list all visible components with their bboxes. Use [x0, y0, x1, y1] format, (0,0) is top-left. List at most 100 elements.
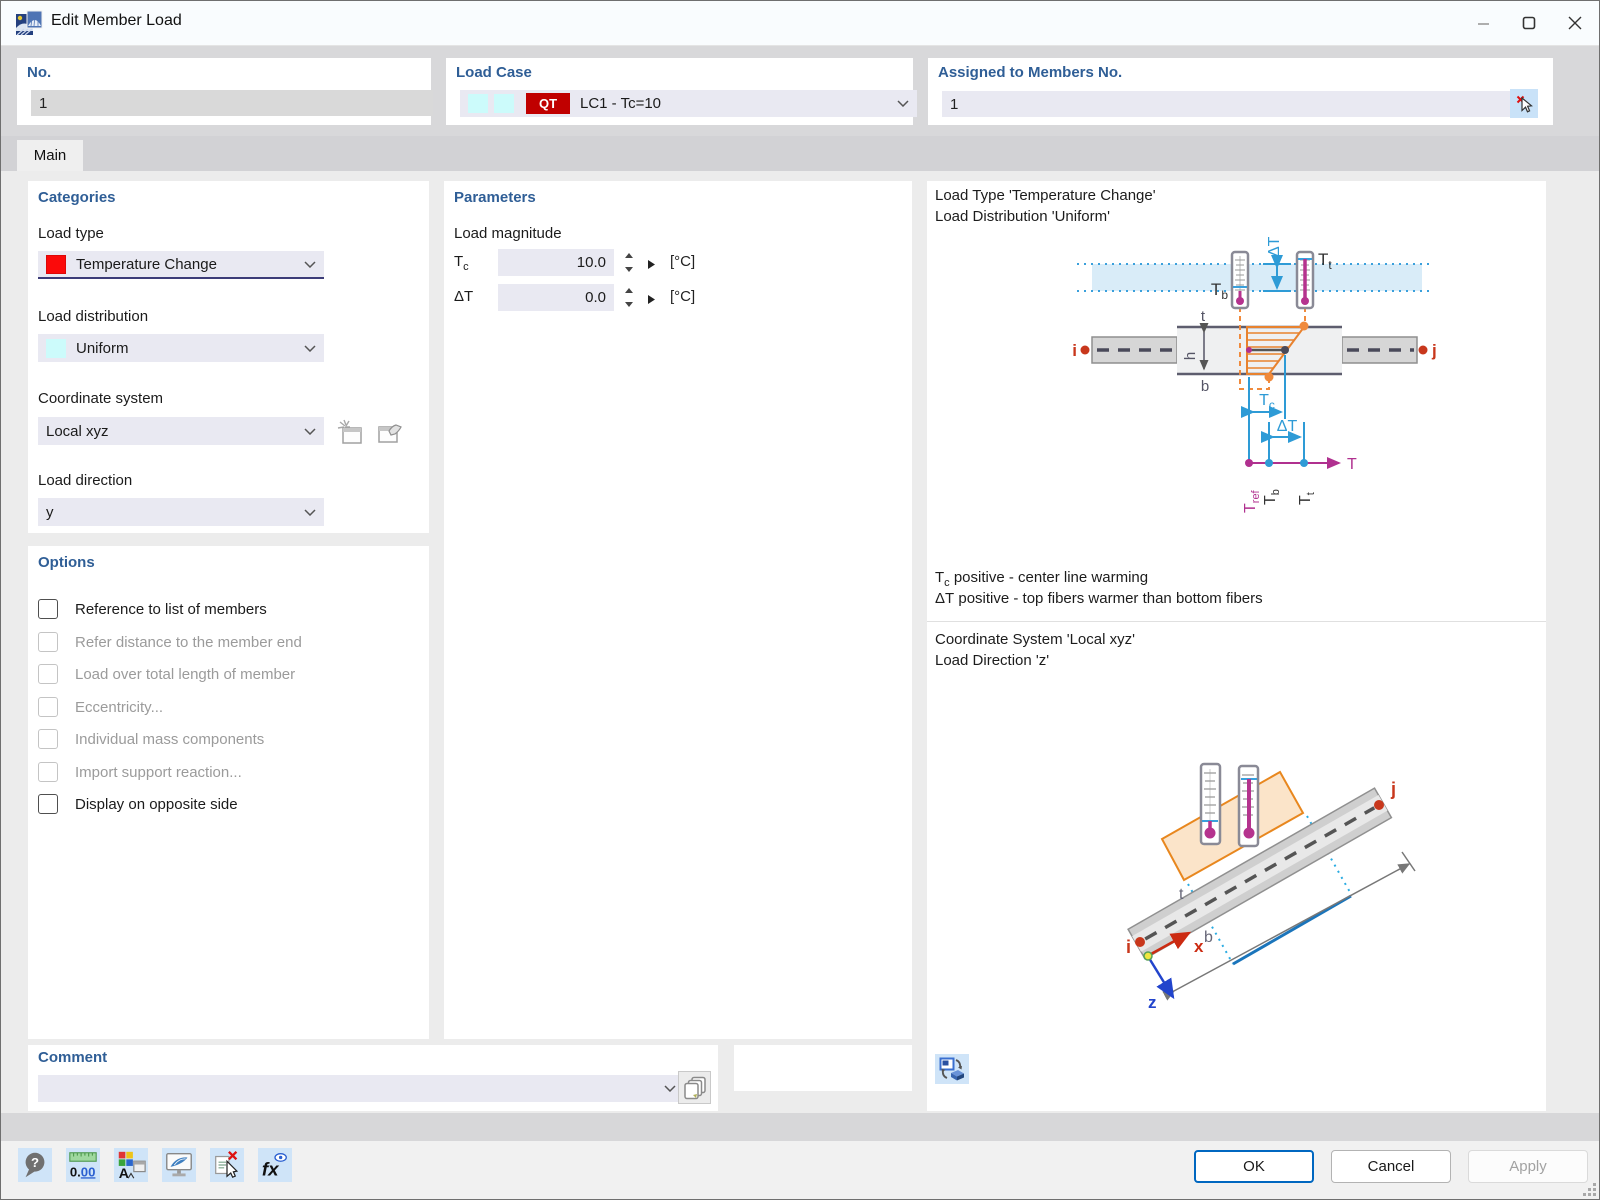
close-icon	[1568, 16, 1582, 30]
dt-input[interactable]: 0.0	[498, 284, 614, 311]
load-type-label: Load type	[38, 225, 104, 242]
load-magnitude-label: Load magnitude	[454, 225, 562, 242]
load-type-select[interactable]: Temperature Change	[38, 251, 324, 279]
option-label: Import support reaction...	[75, 764, 242, 781]
option-load-over-total-length: Load over total length of member	[38, 662, 419, 686]
maximize-button[interactable]	[1507, 7, 1551, 39]
new-coordinate-system-button	[333, 415, 366, 448]
spare-panel	[734, 1045, 912, 1091]
number-input: 1	[31, 90, 433, 116]
load-direction-select[interactable]: y	[38, 498, 324, 526]
minimize-button[interactable]	[1461, 7, 1505, 39]
preview-divider	[927, 621, 1546, 622]
origin-marker	[1144, 952, 1152, 960]
preview-load-distribution-line: Load Distribution 'Uniform'	[935, 208, 1110, 225]
load-direction-label: Load direction	[38, 472, 132, 489]
minimize-icon	[1477, 17, 1490, 30]
checkbox[interactable]	[38, 599, 58, 619]
categories-title: Categories	[38, 189, 116, 206]
comment-select[interactable]	[38, 1075, 684, 1102]
tc-row: Tc 10.0 [°C]	[444, 249, 904, 276]
tc-flyout-button[interactable]	[647, 257, 656, 268]
checkbox	[38, 632, 58, 652]
parameters-title: Parameters	[454, 189, 536, 206]
checkbox[interactable]	[38, 794, 58, 814]
edit-coordinate-system-button	[373, 415, 406, 448]
formula-button[interactable]: fx	[258, 1148, 292, 1182]
help-button[interactable]: ?	[18, 1148, 52, 1182]
flyout-arrow-icon	[647, 294, 656, 305]
option-import-support-reaction: Import support reaction...	[38, 760, 419, 784]
checkbox	[38, 762, 58, 782]
svg-text:Tref: Tref	[1242, 489, 1262, 513]
rendering-button[interactable]	[162, 1148, 196, 1182]
comment-templates-button[interactable]	[678, 1071, 711, 1104]
coordinate-system-value: Local xyz	[46, 423, 109, 440]
display-properties-button[interactable]: A	[114, 1148, 148, 1182]
svg-text:?: ?	[31, 1155, 39, 1170]
tab-main[interactable]: Main	[17, 140, 83, 171]
chevron-down-icon	[664, 1085, 676, 1092]
svg-text:t: t	[1201, 308, 1206, 325]
parameters-panel: Parameters Load magnitude Tc 10.0 [°C] Δ…	[444, 181, 912, 1039]
assigned-members-label: Assigned to Members No.	[938, 64, 1122, 81]
pick-cursor-icon	[1515, 94, 1534, 113]
load-case-color-swatch-1	[468, 94, 488, 113]
dt-spinner[interactable]	[623, 287, 635, 308]
tc-spinner[interactable]	[623, 252, 635, 273]
thermometer-top-icon	[1297, 252, 1313, 308]
option-reference-to-list[interactable]: Reference to list of members	[38, 597, 419, 621]
checkbox	[38, 697, 58, 717]
svg-text:Tc: Tc	[1259, 392, 1275, 412]
toggle-2d-3d-icon	[939, 1057, 965, 1081]
toggle-view-button[interactable]	[935, 1054, 969, 1084]
preview-load-type-line: Load Type 'Temperature Change'	[935, 187, 1156, 204]
formula-icon: fx	[259, 1149, 291, 1181]
load-direction-value: y	[46, 504, 54, 521]
preview-note-dt: ΔT positive - top fibers warmer than bot…	[935, 590, 1263, 610]
checkbox	[38, 729, 58, 749]
option-display-opposite-side[interactable]: Display on opposite side	[38, 792, 419, 816]
close-button[interactable]	[1553, 7, 1597, 39]
option-label: Load over total length of member	[75, 666, 295, 683]
number-panel: No. 1	[17, 58, 431, 125]
separator-strip	[1, 1113, 1600, 1141]
assigned-members-input[interactable]: 1	[942, 91, 1519, 117]
footer-bar: ? 0.00 A	[1, 1141, 1600, 1199]
dt-flyout-button[interactable]	[647, 292, 656, 303]
svg-text:Tb: Tb	[1262, 489, 1282, 505]
spinner-arrows-icon	[623, 287, 635, 308]
svg-text:0.00: 0.00	[70, 1164, 96, 1179]
option-label: Refer distance to the member end	[75, 634, 302, 651]
warm-air-band	[1092, 264, 1422, 291]
option-label: Eccentricity...	[75, 699, 163, 716]
svg-text:T: T	[1347, 456, 1357, 473]
chevron-down-icon	[304, 509, 316, 516]
number-label: No.	[27, 64, 51, 81]
cancel-button[interactable]: Cancel	[1331, 1150, 1451, 1183]
units-button[interactable]: 0.00	[66, 1148, 100, 1182]
preview-note-tc: Tc positive - center line warming	[935, 569, 1148, 589]
option-individual-mass: Individual mass components	[38, 727, 419, 751]
svg-text:j: j	[1390, 779, 1396, 799]
select-members-button[interactable]	[1510, 89, 1538, 118]
ok-button[interactable]: OK	[1194, 1150, 1314, 1183]
svg-text:b: b	[1204, 929, 1213, 946]
preview-panel: Load Type 'Temperature Change' Load Dist…	[927, 181, 1546, 1111]
coordinate-system-select[interactable]: Local xyz	[38, 417, 324, 445]
svg-text:b: b	[1201, 378, 1209, 395]
svg-text:z: z	[1148, 993, 1157, 1012]
chevron-down-icon	[304, 261, 316, 268]
svg-text:j: j	[1431, 341, 1437, 360]
resize-grip[interactable]	[1581, 1181, 1597, 1197]
load-case-select[interactable]: QT LC1 - Tc=10	[460, 90, 917, 117]
stacked-pages-icon	[683, 1076, 707, 1100]
assigned-members-panel: Assigned to Members No. 1	[928, 58, 1553, 125]
svg-text:A: A	[119, 1165, 129, 1181]
delete-load-button[interactable]	[210, 1148, 244, 1182]
load-distribution-value: Uniform	[76, 340, 129, 357]
tc-input[interactable]: 10.0	[498, 249, 614, 276]
options-title: Options	[38, 554, 95, 571]
load-distribution-select[interactable]: Uniform	[38, 334, 324, 362]
chevron-down-icon	[304, 345, 316, 352]
